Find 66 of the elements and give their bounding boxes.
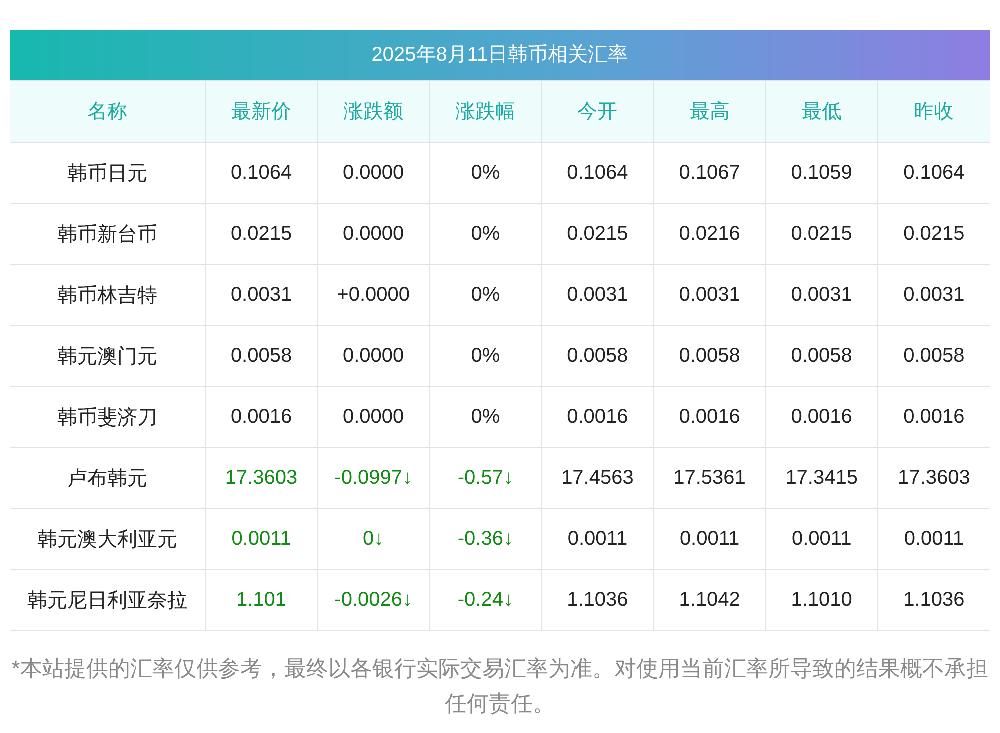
table-cell: 0.0011 xyxy=(206,508,318,570)
currency-pair-cell: 韩币林吉特 xyxy=(10,264,206,326)
table-cell: 0.0058 xyxy=(206,326,318,386)
table-cell: 0.0016 xyxy=(766,386,878,448)
table-cell: 0.0058 xyxy=(766,326,878,386)
table-cell: 0.0058 xyxy=(542,326,654,386)
table-cell: -0.0026↓ xyxy=(318,570,430,630)
table-cell: 0.0031 xyxy=(206,264,318,326)
table-cell: 0% xyxy=(430,326,542,386)
table-cell: 17.3415 xyxy=(766,448,878,508)
table-cell: 0.1059 xyxy=(766,142,878,204)
table-cell: -0.36↓ xyxy=(430,508,542,570)
table-cell: 0.0016 xyxy=(542,386,654,448)
column-header: 名称 xyxy=(10,80,206,142)
table-title: 2025年8月11日韩币相关汇率 xyxy=(10,30,990,80)
table-cell: 0% xyxy=(430,142,542,204)
column-header: 最高 xyxy=(654,80,766,142)
column-header: 涨跌额 xyxy=(318,80,430,142)
table-cell: 0.0000 xyxy=(318,326,430,386)
column-header: 最低 xyxy=(766,80,878,142)
currency-pair-cell: 卢布韩元 xyxy=(10,448,206,508)
table-cell: 0.0031 xyxy=(766,264,878,326)
table-cell: 17.4563 xyxy=(542,448,654,508)
table-cell: 0↓ xyxy=(318,508,430,570)
table-cell: 0.1064 xyxy=(206,142,318,204)
currency-pair-cell: 韩币斐济刀 xyxy=(10,386,206,448)
currency-pair-cell: 韩币新台币 xyxy=(10,204,206,264)
table-cell: 17.5361 xyxy=(654,448,766,508)
table-cell: 0.0031 xyxy=(542,264,654,326)
currency-pair-cell: 韩元澳门元 xyxy=(10,326,206,386)
table-cell: 0.0000 xyxy=(318,204,430,264)
table-cell: 0.1064 xyxy=(542,142,654,204)
table-cell: 1.1010 xyxy=(766,570,878,630)
table-cell: -0.0997↓ xyxy=(318,448,430,508)
table-cell: 0.0016 xyxy=(654,386,766,448)
table-cell: 0.0215 xyxy=(542,204,654,264)
table-cell: 0.0215 xyxy=(206,204,318,264)
currency-pair-cell: 韩元尼日利亚奈拉 xyxy=(10,570,206,630)
column-header: 涨跌幅 xyxy=(430,80,542,142)
column-header: 昨收 xyxy=(878,80,990,142)
table-cell: 0.1067 xyxy=(654,142,766,204)
table-cell: 1.1036 xyxy=(542,570,654,630)
disclaimer-text: *本站提供的汇率仅供参考，最终以各银行实际交易汇率为准。对使用当前汇率所导致的结果概不承担任何责任。 xyxy=(10,655,990,718)
table-cell: 0.0000 xyxy=(318,142,430,204)
table-cell: 0% xyxy=(430,204,542,264)
table-cell: 1.101 xyxy=(206,570,318,630)
table-cell: 0.0031 xyxy=(654,264,766,326)
table-cell: -0.24↓ xyxy=(430,570,542,630)
table-cell: 1.1042 xyxy=(654,570,766,630)
table-cell: 0.0016 xyxy=(206,386,318,448)
table-cell: 0.0058 xyxy=(654,326,766,386)
table-cell: 0% xyxy=(430,264,542,326)
table-cell: 0.0011 xyxy=(542,508,654,570)
column-header: 最新价 xyxy=(206,80,318,142)
table-cell: -0.57↓ xyxy=(430,448,542,508)
table-cell: 0.0216 xyxy=(654,204,766,264)
table-cell: +0.0000 xyxy=(318,264,430,326)
table-cell: 0.0011 xyxy=(654,508,766,570)
currency-pair-cell: 韩元澳大利亚元 xyxy=(10,508,206,570)
table-cell: 0.0011 xyxy=(766,508,878,570)
table-cell: 0.0215 xyxy=(766,204,878,264)
column-header: 今开 xyxy=(542,80,654,142)
table-cell: 0.0000 xyxy=(318,386,430,448)
table-cell: 0% xyxy=(430,386,542,448)
currency-pair-cell: 韩币日元 xyxy=(10,142,206,204)
table-cell: 17.3603 xyxy=(206,448,318,508)
